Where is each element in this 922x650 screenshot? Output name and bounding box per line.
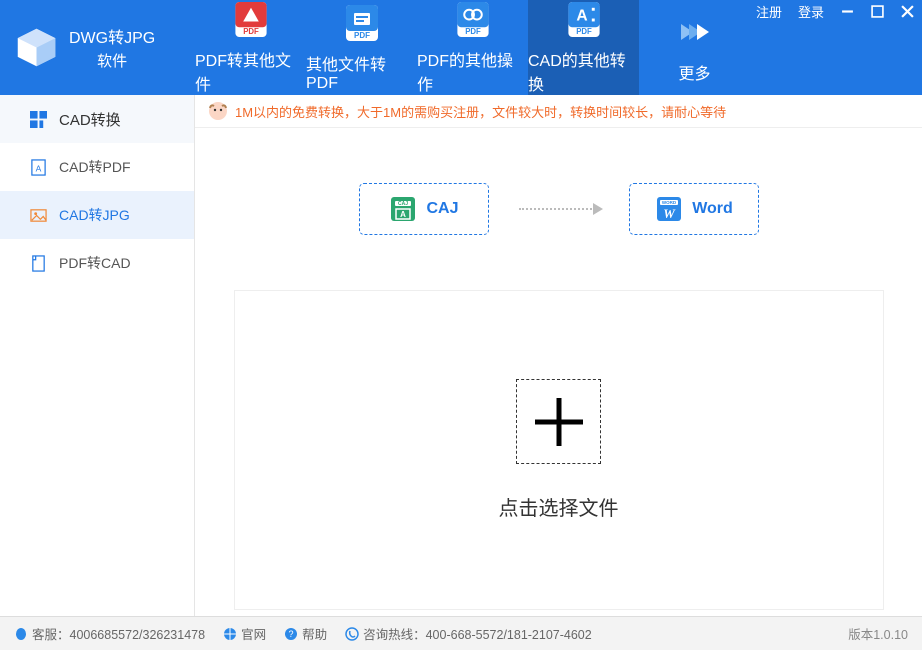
footer: 客服：4006685572/326231478 官网 ? 帮助 咨询热线：400… xyxy=(0,616,922,650)
svg-text:W: W xyxy=(663,206,676,221)
svg-text:?: ? xyxy=(289,629,294,639)
cad-icon: A PDF xyxy=(564,0,604,39)
tab-label: 更多 xyxy=(678,60,710,84)
phone-icon xyxy=(345,627,359,641)
sidebar-head[interactable]: CAD转换 xyxy=(0,95,194,143)
svg-text:WORD: WORD xyxy=(662,200,677,205)
footer-version: 版本1.0.10 xyxy=(848,624,908,643)
maximize-button[interactable] xyxy=(862,0,892,22)
drop-text: 点击选择文件 xyxy=(499,492,619,521)
main-area: 1M以内的免费转换，大于1M的需购买注册，文件较大时，转换时间较长，请耐心等待 … xyxy=(195,95,922,616)
cad-group-icon xyxy=(30,111,47,128)
sidebar-item-label: CAD转JPG xyxy=(59,205,130,225)
flow-arrow-icon xyxy=(519,208,599,210)
more-arrow-icon xyxy=(675,12,715,52)
sidebar-item-pdf-to-cad[interactable]: PDF转CAD xyxy=(0,239,194,287)
caj-icon: CAJ A xyxy=(388,194,418,224)
app-title: DWG转JPG 软件 xyxy=(69,24,155,71)
pdf-icon: PDF xyxy=(231,0,271,39)
help-icon: ? xyxy=(284,627,298,641)
svg-text:PDF: PDF xyxy=(354,31,370,40)
flow-target-box: WORDW Word xyxy=(629,183,759,235)
tab-label: CAD的其他转换 xyxy=(528,47,639,95)
body: CAD转换 A CAD转PDF CAD转JPG PDF转CAD 1M以内的免费转… xyxy=(0,95,922,616)
sidebar: CAD转换 A CAD转PDF CAD转JPG PDF转CAD xyxy=(0,95,195,616)
tab-pdf-ops[interactable]: PDF PDF的其他操作 xyxy=(417,0,528,95)
flow-from-label: CAJ xyxy=(426,200,458,218)
word-icon: WORDW xyxy=(654,194,684,224)
footer-help-text: 帮助 xyxy=(302,624,327,643)
svg-text:CAJ: CAJ xyxy=(398,201,408,207)
login-link[interactable]: 登录 xyxy=(790,2,832,21)
tab-cad-convert[interactable]: A PDF CAD的其他转换 xyxy=(528,0,639,95)
sidebar-item-cad-to-pdf[interactable]: A CAD转PDF xyxy=(0,143,194,191)
plus-icon xyxy=(529,392,589,452)
register-link[interactable]: 注册 xyxy=(748,2,790,21)
close-button[interactable] xyxy=(892,0,922,22)
tab-label: PDF的其他操作 xyxy=(417,47,528,95)
qq-icon xyxy=(14,627,28,641)
window-controls: 注册 登录 xyxy=(748,0,922,22)
tab-label: 其他文件转PDF xyxy=(306,51,417,93)
footer-service[interactable]: 客服：4006685572/326231478 xyxy=(14,624,205,643)
file-drop-area[interactable]: 点击选择文件 xyxy=(234,290,884,610)
sidebar-item-label: CAD转PDF xyxy=(59,157,131,177)
notice-bar: 1M以内的免费转换，大于1M的需购买注册，文件较大时，转换时间较长，请耐心等待 xyxy=(195,95,922,128)
svg-text:PDF: PDF xyxy=(465,27,481,36)
flow-to-label: Word xyxy=(692,200,733,218)
svg-text:PDF: PDF xyxy=(576,27,592,36)
tab-other-to-pdf[interactable]: PDF 其他文件转PDF xyxy=(306,0,417,95)
app-title-line2: 软件 xyxy=(97,50,127,71)
sidebar-head-label: CAD转换 xyxy=(59,109,121,130)
svg-text:A: A xyxy=(576,7,587,24)
globe-icon xyxy=(223,627,237,641)
add-file-box xyxy=(516,379,601,464)
notice-text: 1M以内的免费转换，大于1M的需购买注册，文件较大时，转换时间较长，请耐心等待 xyxy=(235,102,726,121)
footer-hotline-text: 咨询热线：400-668-5572/181-2107-4602 xyxy=(363,624,592,643)
tab-more[interactable]: 更多 xyxy=(639,0,750,95)
sidebar-item-cad-to-jpg[interactable]: CAD转JPG xyxy=(0,191,194,239)
flow-source-box: CAJ A CAJ xyxy=(359,183,489,235)
footer-help[interactable]: ? 帮助 xyxy=(284,624,327,643)
footer-site-text: 官网 xyxy=(241,624,266,643)
app-logo-icon xyxy=(14,25,59,70)
logo-area: DWG转JPG 软件 xyxy=(0,0,195,95)
footer-service-text: 客服：4006685572/326231478 xyxy=(32,624,205,643)
footer-site[interactable]: 官网 xyxy=(223,624,266,643)
tab-label: PDF转其他文件 xyxy=(195,47,306,95)
conversion-flow: CAJ A CAJ WORDW Word xyxy=(195,183,922,235)
sidebar-item-label: PDF转CAD xyxy=(59,253,131,273)
minimize-button[interactable] xyxy=(832,0,862,22)
pdf-cad-icon xyxy=(30,255,47,272)
file-icon: PDF xyxy=(342,3,382,43)
gear-file-icon: PDF xyxy=(453,0,493,39)
app-title-line1: DWG转JPG xyxy=(69,24,155,48)
footer-hotline[interactable]: 咨询热线：400-668-5572/181-2107-4602 xyxy=(345,624,592,643)
cad-pdf-icon: A xyxy=(30,159,47,176)
svg-text:PDF: PDF xyxy=(243,27,259,36)
header: DWG转JPG 软件 PDF PDF转其他文件 PDF 其他文件转PDF PDF… xyxy=(0,0,922,95)
jpg-icon xyxy=(30,207,47,224)
tab-pdf-to-other[interactable]: PDF PDF转其他文件 xyxy=(195,0,306,95)
svg-text:A: A xyxy=(36,163,42,173)
svg-text:A: A xyxy=(401,210,407,219)
mascot-icon xyxy=(207,100,229,122)
